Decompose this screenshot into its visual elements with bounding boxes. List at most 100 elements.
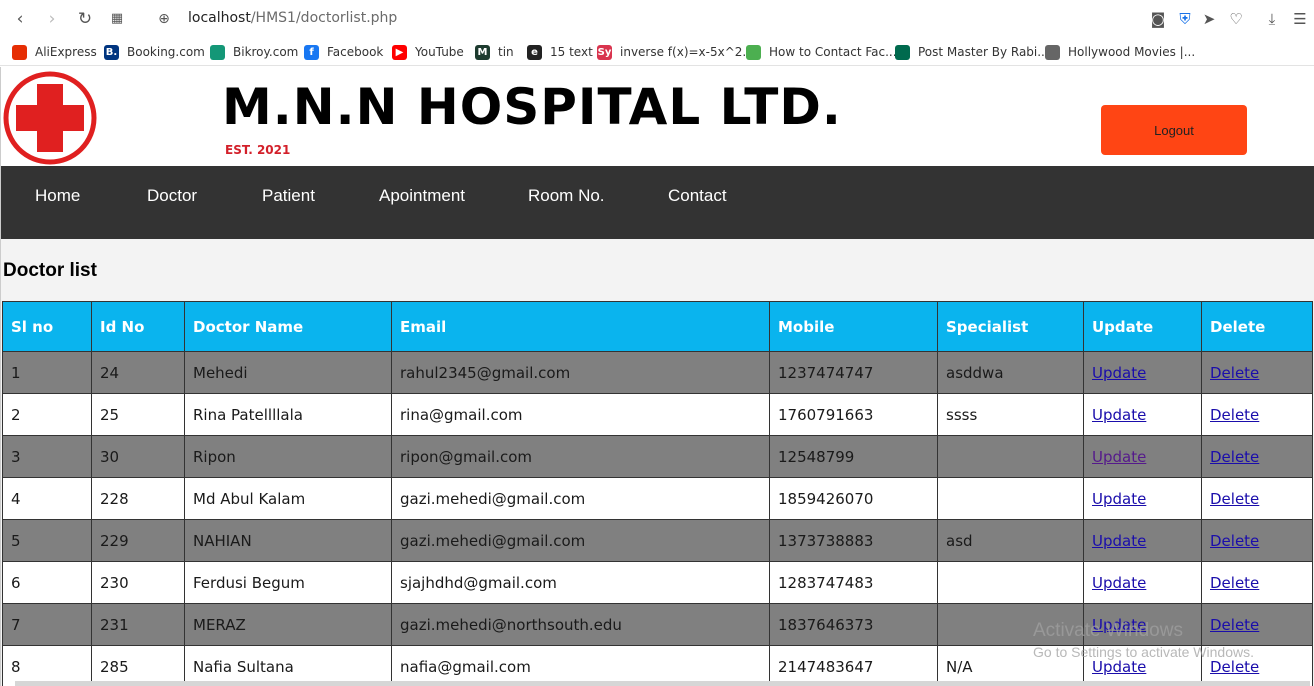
- col-id-no-cell: 30: [91, 435, 185, 478]
- bookmark-label: AliExpress: [35, 45, 97, 59]
- nav-contact[interactable]: Contact: [668, 186, 727, 206]
- nav-doctor[interactable]: Doctor: [147, 186, 197, 206]
- menu-icon[interactable]: ☰: [1290, 9, 1310, 29]
- address-bar[interactable]: localhost/HMS1/doctorlist.php: [188, 10, 397, 26]
- table-row: 2 25 Rina Patellllala rina@gmail.com 1760791…: [2, 393, 1313, 436]
- bookmark-label: tin: [498, 45, 514, 59]
- col-mobile-cell: 1283747483: [769, 561, 938, 604]
- col-update-header: Update: [1083, 301, 1202, 352]
- horizontal-scrollbar[interactable]: [15, 681, 1310, 686]
- delete-link[interactable]: Delete: [1210, 490, 1259, 508]
- col-id-no-cell: 231: [91, 603, 185, 646]
- bookmark-label: Bikroy.com: [233, 45, 299, 59]
- table-row: 4 228 Md Abul Kalam gazi.mehedi@gmail.com 18…: [2, 477, 1313, 520]
- tin-icon: M: [475, 44, 490, 60]
- delete-link[interactable]: Delete: [1210, 574, 1259, 592]
- reload-icon[interactable]: ↻: [74, 8, 96, 30]
- site-header: M.N.N HOSPITAL LTD. EST. 2021 Logout: [1, 67, 1314, 166]
- bookmark-label: Hollywood Movies |...: [1068, 45, 1196, 59]
- col-update-cell: Update: [1083, 477, 1202, 520]
- nav-patient[interactable]: Patient: [262, 186, 315, 206]
- update-link[interactable]: Update: [1092, 490, 1146, 508]
- col-email-cell: nafia@gmail.com: [391, 645, 770, 686]
- col-email-cell: gazi.mehedi@gmail.com: [391, 477, 770, 520]
- heart-icon[interactable]: ♡: [1226, 9, 1246, 29]
- delete-link[interactable]: Delete: [1210, 406, 1259, 424]
- update-link[interactable]: Update: [1092, 574, 1146, 592]
- activate-windows-watermark: Activate Windows Go to Settings to activ…: [1033, 620, 1254, 660]
- table-row: 3 30 Ripon ripon@gmail.com 12548799 Update Del…: [2, 435, 1313, 478]
- download-icon[interactable]: ⤓: [1262, 9, 1282, 29]
- update-link[interactable]: Update: [1092, 364, 1146, 382]
- send-icon[interactable]: ➤: [1199, 9, 1219, 29]
- col-doctor-name-cell: Md Abul Kalam: [184, 477, 392, 520]
- forward-icon[interactable]: ›: [41, 8, 63, 30]
- bookmark-item[interactable]: ▶ YouTube: [392, 43, 464, 61]
- col-id-no-cell: 24: [91, 351, 185, 394]
- nav-home[interactable]: Home: [35, 186, 80, 206]
- bookmark-item[interactable]: How to Contact Fac...: [746, 43, 897, 61]
- update-link[interactable]: Update: [1092, 532, 1146, 550]
- main-nav: Home Doctor Patient Apointment Room No. …: [1, 166, 1314, 239]
- bookmark-label: Booking.com: [127, 45, 205, 59]
- col-delete-cell: Delete: [1201, 561, 1313, 604]
- delete-link[interactable]: Delete: [1210, 364, 1259, 382]
- col-sl-no-cell: 2: [2, 393, 92, 436]
- bookmark-item[interactable]: B. Booking.com: [104, 43, 205, 61]
- col-delete-header: Delete: [1201, 301, 1313, 352]
- camera-icon[interactable]: ◙: [1148, 9, 1168, 29]
- col-mobile-cell: 1373738883: [769, 519, 938, 562]
- col-specialist-cell: [937, 477, 1084, 520]
- booking-icon: B.: [104, 44, 119, 60]
- col-delete-cell: Delete: [1201, 351, 1313, 394]
- back-icon[interactable]: ‹: [9, 8, 31, 30]
- red-cross-logo-icon: [3, 71, 97, 165]
- update-link[interactable]: Update: [1092, 406, 1146, 424]
- col-mobile-cell: 1859426070: [769, 477, 938, 520]
- logout-button[interactable]: Logout: [1101, 105, 1247, 155]
- bookmark-label: How to Contact Fac...: [769, 45, 897, 59]
- browser-toolbar: ‹ › ↻ ▦ ⊕ localhost/HMS1/doctorlist.php …: [0, 0, 1314, 38]
- bookmark-item[interactable]: Mtin: [475, 43, 514, 61]
- url-path: /HMS1/doctorlist.php: [250, 10, 398, 26]
- bookmark-label: Facebook: [327, 45, 384, 59]
- bookmark-item[interactable]: e 15 text: [527, 43, 593, 61]
- delete-link[interactable]: Delete: [1210, 658, 1259, 676]
- bookmark-item[interactable]: f Facebook: [304, 43, 383, 61]
- col-id-no-cell: 230: [91, 561, 185, 604]
- bookmarks-bar: AliExpress B. Booking.com Bikroy.com f Facebo…: [0, 38, 1314, 66]
- bookmark-label: Post Master By Rabi...: [918, 45, 1049, 59]
- col-doctor-name-cell: MERAZ: [184, 603, 392, 646]
- nav-appointment[interactable]: Apointment: [379, 186, 465, 206]
- col-update-cell: Update: [1083, 351, 1202, 394]
- update-link[interactable]: Update: [1092, 448, 1146, 466]
- text-icon: e: [527, 44, 542, 60]
- bookmark-item[interactable]: AliExpress: [12, 43, 97, 61]
- page-content: M.N.N HOSPITAL LTD. EST. 2021 Logout Hom…: [0, 67, 1314, 686]
- delete-link[interactable]: Delete: [1210, 532, 1259, 550]
- bookmark-item[interactable]: Post Master By Rabi...: [895, 43, 1049, 61]
- map-pin-icon: [746, 44, 761, 60]
- update-link[interactable]: Update: [1092, 658, 1146, 676]
- bookmark-item[interactable]: Sy inverse f(x)=x-5x^2...: [597, 43, 754, 61]
- col-doctor-name-cell: Nafia Sultana: [184, 645, 392, 686]
- col-sl-no-cell: 3: [2, 435, 92, 478]
- bookmark-item[interactable]: Bikroy.com: [210, 43, 298, 61]
- col-sl-no-cell: 5: [2, 519, 92, 562]
- col-email-cell: ripon@gmail.com: [391, 435, 770, 478]
- nav-room-no[interactable]: Room No.: [528, 186, 605, 206]
- col-doctor-name-cell: Mehedi: [184, 351, 392, 394]
- shield-icon[interactable]: ⛨: [1175, 9, 1195, 29]
- bookmark-item[interactable]: Hollywood Movies |...: [1045, 43, 1195, 61]
- col-doctor-name-cell: NAHIAN: [184, 519, 392, 562]
- col-id-no-cell: 228: [91, 477, 185, 520]
- bikroy-icon: [210, 44, 225, 60]
- col-sl-no-cell: 7: [2, 603, 92, 646]
- grid-icon[interactable]: ▦: [106, 8, 128, 30]
- col-doctor-name-cell: Rina Patellllala: [184, 393, 392, 436]
- url-host: localhost: [188, 10, 251, 26]
- delete-link[interactable]: Delete: [1210, 448, 1259, 466]
- col-specialist-cell: [937, 435, 1084, 478]
- col-update-cell: Update: [1083, 519, 1202, 562]
- col-specialist-cell: asddwa: [937, 351, 1084, 394]
